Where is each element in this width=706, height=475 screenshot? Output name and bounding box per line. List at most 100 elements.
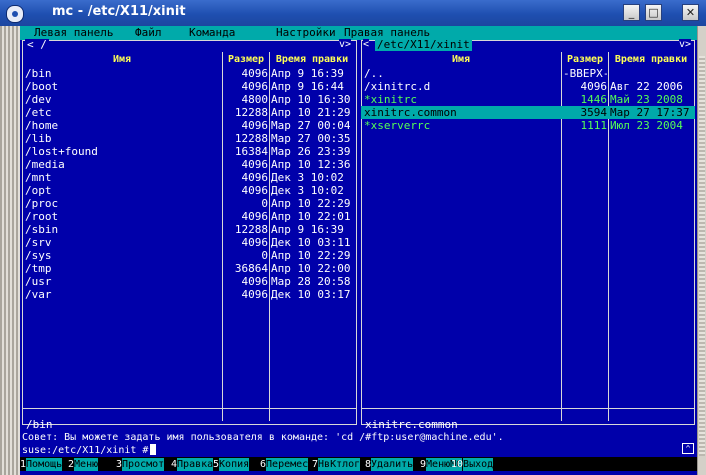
file-mtime: Апр 10 21:29 — [271, 106, 351, 119]
file-name: /var — [25, 288, 52, 301]
left-panel[interactable]: < / v> Имя Размер Время правки /bin 4096 А… — [22, 39, 357, 431]
file-row[interactable]: /media 4096 Апр 10 12:36 — [22, 158, 357, 171]
file-row[interactable]: /sys 0 Апр 10 22:29 — [22, 249, 357, 262]
menu-options[interactable]: Настройки — [276, 26, 336, 40]
file-row[interactable]: /sbin 12288 Апр 9 16:39 — [22, 223, 357, 236]
file-row[interactable]: /root 4096 Апр 10 22:01 — [22, 210, 357, 223]
fkey-8[interactable]: 8Удалить — [365, 458, 414, 471]
file-row[interactable]: /usr 4096 Мар 28 20:58 — [22, 275, 357, 288]
file-name: /home — [25, 119, 59, 132]
file-mtime: Апр 10 22:01 — [271, 210, 351, 223]
file-mtime: Мар 26 23:39 — [271, 145, 351, 158]
maximize-button[interactable]: □ — [645, 4, 662, 21]
right-col-size[interactable]: Размер — [563, 53, 607, 66]
file-row[interactable]: /home 4096 Мар 27 00:04 — [22, 119, 357, 132]
right-panel[interactable]: < /etc/X11/xinit v> Имя Размер Время пра… — [361, 39, 695, 431]
close-button[interactable]: ✕ — [682, 4, 699, 21]
file-name: /xinitrc.d — [364, 80, 431, 93]
file-name: xinitrc.common — [364, 106, 457, 119]
window-title: mc - /etc/X11/xinit — [52, 4, 186, 19]
right-panel-left-corner[interactable]: < — [363, 39, 370, 51]
fkey-3[interactable]: 3Просмот — [116, 458, 165, 471]
file-mtime: Мар 27 00:35 — [271, 132, 351, 145]
fkey-7[interactable]: 7НвКтлог — [312, 458, 361, 471]
terminal-scrollbar[interactable] — [697, 26, 706, 475]
right-panel-path[interactable]: /etc/X11/xinit — [375, 39, 472, 51]
file-size: 4800 — [241, 93, 269, 106]
file-name: /dev — [25, 93, 52, 106]
file-row[interactable]: /proc 0 Апр 10 22:29 — [22, 197, 357, 210]
left-col-time[interactable]: Время правки — [271, 53, 353, 66]
fkey-6[interactable]: 6Перемес — [260, 458, 309, 471]
file-row[interactable]: *xinitrc 1446 Май 23 2008 — [361, 93, 695, 106]
file-row[interactable]: /srv 4096 Дек 10 03:11 — [22, 236, 357, 249]
app-menu-icon[interactable] — [6, 5, 24, 23]
left-panel-corner[interactable]: v> — [339, 39, 352, 51]
file-mtime: Мар 27 17:37 — [610, 106, 690, 119]
menu-file[interactable]: Файл — [135, 26, 162, 40]
command-line[interactable]: suse:/etc/X11/xinit # — [22, 444, 157, 457]
file-mtime: Апр 10 16:30 — [271, 93, 351, 106]
file-mtime: Апр 9 16:39 — [271, 223, 344, 236]
right-panel-corner[interactable]: v> — [679, 39, 692, 51]
file-name: /srv — [25, 236, 52, 249]
file-row[interactable]: /opt 4096 Дек 3 10:02 — [22, 184, 357, 197]
terminal-area[interactable]: Левая панель Файл Команда Настройки Прав… — [20, 26, 697, 475]
file-size: 0 — [261, 197, 268, 210]
file-size: 12288 — [234, 106, 268, 119]
file-row[interactable]: /var 4096 Дек 10 03:17 — [22, 288, 357, 301]
file-row[interactable]: /xinitrc.d 4096 Авг 22 2006 — [361, 80, 695, 93]
file-row[interactable]: /lib 12288 Мар 27 00:35 — [22, 132, 357, 145]
file-name: /opt — [25, 184, 52, 197]
window-left-border — [0, 26, 20, 475]
file-name: /usr — [25, 275, 52, 288]
file-row[interactable]: /.. -ВВЕРХ- — [361, 67, 695, 80]
file-mtime: Апр 10 22:00 — [271, 262, 351, 275]
file-row[interactable]: /mnt 4096 Дек 3 10:02 — [22, 171, 357, 184]
menu-command[interactable]: Команда — [189, 26, 235, 40]
file-size: 0 — [261, 249, 268, 262]
fkey-2[interactable]: 2Меню — [68, 458, 99, 471]
file-mtime: Авг 22 2006 — [610, 80, 683, 93]
right-col-time[interactable]: Время правки — [610, 53, 692, 66]
file-row[interactable]: xinitrc.common 3594 Мар 27 17:37 — [361, 106, 695, 119]
fkey-label: Перемес — [266, 458, 309, 471]
scrollbar-thumb[interactable] — [699, 56, 705, 456]
file-name: /boot — [25, 80, 59, 93]
fkey-label: Помощь — [26, 458, 63, 471]
file-row[interactable]: /dev 4800 Апр 10 16:30 — [22, 93, 357, 106]
file-name: /etc — [25, 106, 52, 119]
left-col-name[interactable]: Имя — [23, 53, 221, 66]
minimize-button[interactable]: _ — [623, 4, 640, 21]
terminal-window: mc - /etc/X11/xinit _ □ ✕ Левая панель Ф… — [0, 0, 706, 475]
right-col-name[interactable]: Имя — [362, 53, 560, 66]
file-row[interactable]: /boot 4096 Апр 9 16:44 — [22, 80, 357, 93]
title-bar[interactable]: mc - /etc/X11/xinit _ □ ✕ — [0, 0, 706, 26]
file-name: /sys — [25, 249, 52, 262]
file-row[interactable]: *xserverrc 1111 Июл 23 2004 — [361, 119, 695, 132]
fkey-label: Удалить — [371, 458, 414, 471]
file-size: 12288 — [234, 223, 268, 236]
file-name: /proc — [25, 197, 59, 210]
file-row[interactable]: /tmp 36864 Апр 10 22:00 — [22, 262, 357, 275]
file-mtime: Апр 10 22:29 — [271, 249, 351, 262]
mc-menu-bar: Левая панель Файл Команда Настройки Прав… — [20, 26, 697, 40]
file-name: /lost+found — [25, 145, 98, 158]
file-mtime: Дек 10 03:11 — [271, 236, 351, 249]
fkey-number: 10 — [451, 459, 464, 470]
left-col-size[interactable]: Размер — [224, 53, 268, 66]
left-panel-path[interactable]: < / — [25, 39, 49, 51]
file-mtime: Дек 3 10:02 — [271, 171, 344, 184]
fkey-10[interactable]: 10Выход — [451, 458, 494, 471]
file-row[interactable]: /bin 4096 Апр 9 16:39 — [22, 67, 357, 80]
history-button[interactable]: ^ — [682, 443, 694, 454]
fkey-label: Копия — [219, 458, 250, 471]
fkey-5[interactable]: 5Копия — [213, 458, 250, 471]
fkey-4[interactable]: 4Правка — [171, 458, 214, 471]
file-row[interactable]: /etc 12288 Апр 10 21:29 — [22, 106, 357, 119]
file-size: 4096 — [241, 80, 269, 93]
file-size: -ВВЕРХ- — [563, 67, 607, 80]
fkey-1[interactable]: 1Помощь — [20, 458, 63, 471]
file-row[interactable]: /lost+found 16384 Мар 26 23:39 — [22, 145, 357, 158]
file-name: *xserverrc — [364, 119, 431, 132]
